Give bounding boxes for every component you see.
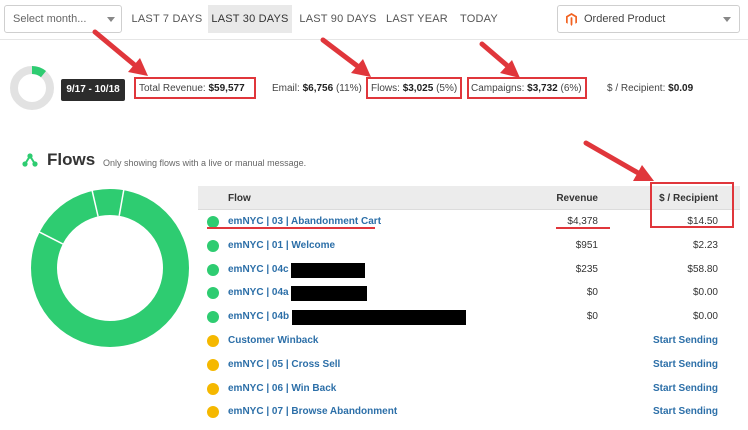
table-row[interactable]: emNYC | 04c | $235 $58.80 <box>198 258 740 282</box>
per-recipient-stat: $ / Recipient: $0.09 <box>607 83 694 94</box>
tab-last-90-days[interactable]: LAST 90 DAYS <box>297 5 379 33</box>
month-select-placeholder: Select month... <box>13 13 87 25</box>
redaction-bar <box>291 286 367 302</box>
manual-status-dot <box>207 382 219 395</box>
flow-revenue: $0 <box>586 311 598 323</box>
flow-name-link[interactable]: emNYC | 04c | <box>228 264 294 275</box>
flow-revenue: $235 <box>575 263 598 275</box>
column-header-revenue: Revenue <box>556 193 598 204</box>
live-status-dot <box>207 263 219 276</box>
flow-name-link[interactable]: Customer Winback <box>228 335 318 346</box>
date-range-badge: 9/17 - 10/18 <box>61 79 125 101</box>
manual-status-dot <box>207 358 219 371</box>
flow-revenue: $0 <box>586 287 598 299</box>
flow-name-link[interactable]: emNYC | 04a | <box>228 287 294 298</box>
table-row[interactable]: emNYC | 04a | $0 $0.00 <box>198 281 740 305</box>
start-sending-link[interactable]: Start Sending <box>653 383 718 394</box>
tab-today[interactable]: TODAY <box>455 5 503 33</box>
table-row[interactable]: emNYC | 05 | Cross Sell Start Sending <box>198 353 740 377</box>
flow-per-recipient: $0.00 <box>692 311 718 323</box>
chevron-down-icon <box>723 17 731 22</box>
flow-name-link[interactable]: emNYC | 05 | Cross Sell <box>228 359 340 370</box>
flow-name-link[interactable]: emNYC | 03 | Abandonment Cart <box>228 216 381 227</box>
per-recipient-column-highlight <box>650 182 734 228</box>
column-header-flow: Flow <box>228 193 251 204</box>
flows-icon <box>22 153 38 167</box>
email-revenue-stat: Email: $6,756 (11%) <box>272 83 362 94</box>
date-range-toolbar: Select month... LAST 7 DAYS LAST 30 DAYS… <box>0 0 748 40</box>
tab-last-year[interactable]: LAST YEAR <box>384 5 450 33</box>
metric-select-value: Ordered Product <box>584 13 666 25</box>
start-sending-link[interactable]: Start Sending <box>653 335 718 346</box>
tab-last-7-days[interactable]: LAST 7 DAYS <box>130 5 204 33</box>
red-arrow <box>583 140 654 181</box>
start-sending-link[interactable]: Start Sending <box>653 406 718 417</box>
table-row[interactable]: emNYC | 07 | Browse Abandonment Start Sen… <box>198 400 740 424</box>
flow-name-link[interactable]: emNYC | 01 | Welcome <box>228 240 335 251</box>
summary-donut-chart <box>10 66 54 110</box>
live-status-dot <box>207 239 219 252</box>
table-row[interactable]: emNYC | 01 | Welcome $951 $2.23 <box>198 234 740 258</box>
flows-highlight <box>366 77 462 99</box>
flows-note: Only showing flows with a live or manual… <box>103 158 307 168</box>
manual-status-dot <box>207 334 219 347</box>
abandonment-cart-underline <box>207 227 375 229</box>
live-status-dot <box>207 287 219 300</box>
live-status-dot <box>207 311 219 324</box>
campaigns-highlight <box>467 77 587 99</box>
start-sending-link[interactable]: Start Sending <box>653 359 718 370</box>
metric-select[interactable]: Ordered Product <box>557 5 740 33</box>
abandonment-revenue-underline <box>556 227 610 229</box>
redaction-bar <box>292 310 466 326</box>
flow-name-link[interactable]: emNYC | 04b | <box>228 311 295 322</box>
revenue-summary: 9/17 - 10/18 Total Revenue: $59,577 Emai… <box>0 55 748 125</box>
flow-per-recipient: $0.00 <box>692 287 718 299</box>
month-select[interactable]: Select month... <box>4 5 122 33</box>
flow-name-link[interactable]: emNYC | 06 | Win Back <box>228 383 336 394</box>
flow-name-link[interactable]: emNYC | 07 | Browse Abandonment <box>228 406 397 417</box>
table-row[interactable]: emNYC | 04b | $0 $0.00 <box>198 305 740 329</box>
magento-icon <box>566 13 577 26</box>
flow-revenue: $4,378 <box>567 216 598 227</box>
flow-revenue: $951 <box>575 239 598 251</box>
chevron-down-icon <box>107 17 115 22</box>
redaction-bar <box>291 262 365 278</box>
table-row[interactable]: emNYC | 06 | Win Back Start Sending <box>198 377 740 401</box>
flows-title: Flows <box>47 150 96 169</box>
manual-status-dot <box>207 406 219 419</box>
flows-revenue-donut <box>31 189 189 347</box>
flow-per-recipient: $58.80 <box>687 263 718 275</box>
tab-last-30-days[interactable]: LAST 30 DAYS <box>208 5 292 33</box>
flow-per-recipient: $2.23 <box>692 239 718 251</box>
table-row[interactable]: Customer Winback Start Sending <box>198 329 740 353</box>
total-revenue-highlight <box>134 77 256 99</box>
